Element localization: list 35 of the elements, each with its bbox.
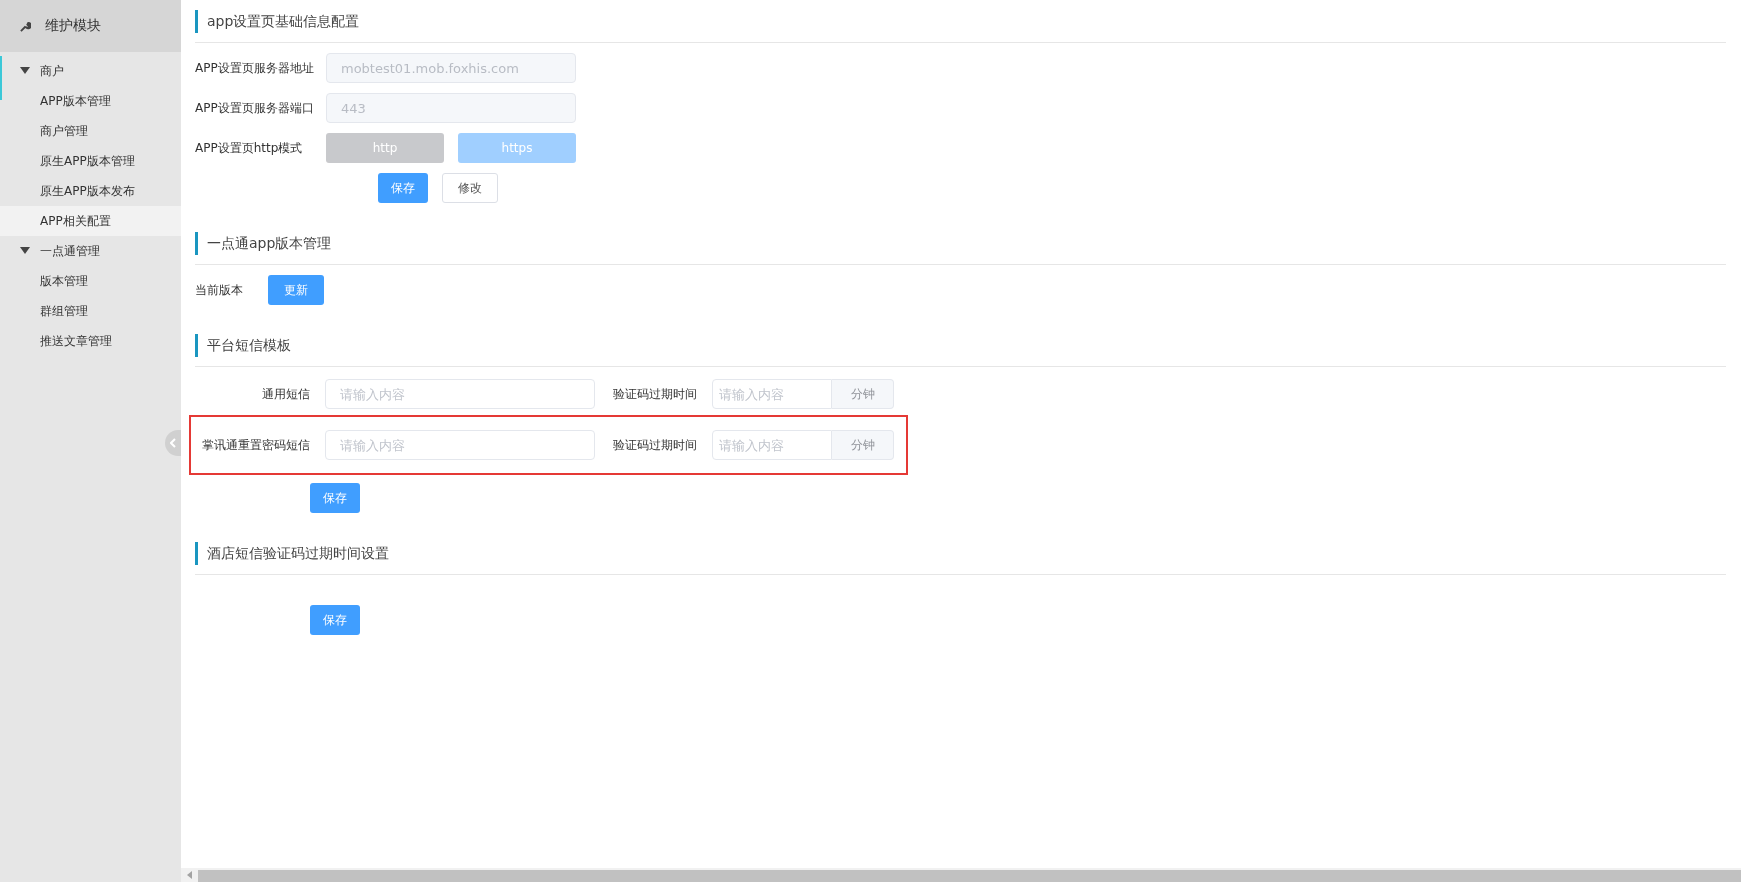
section-title: app设置页基础信息配置 [195,10,360,33]
chevron-left-icon [170,438,176,448]
field-label: 验证码过期时间 [613,436,698,454]
edit-button[interactable]: 修改 [442,173,498,203]
horizontal-scrollbar[interactable] [181,868,1741,882]
menu-group[interactable]: 一点通管理 [0,236,181,266]
menu-group-label: 一点通管理 [40,242,100,260]
menu-item[interactable]: 原生APP版本发布 [0,176,181,206]
menu-item[interactable]: 群组管理 [0,296,181,326]
menu-item[interactable]: 版本管理 [0,266,181,296]
field-label: 通用短信 [261,386,311,402]
menu-group[interactable]: 商户 [0,56,181,86]
field-label: APP设置页http模式 [195,139,304,157]
field-label: APP设置页服务器端口 [195,99,315,117]
menu-item[interactable]: 推送文章管理 [0,326,181,356]
menu-item[interactable]: 原生APP版本管理 [0,146,181,176]
menu-group-label: 商户 [40,62,64,80]
menu-item[interactable]: APP相关配置 [0,206,181,236]
field-label: 掌讯通重置密码短信 [201,437,311,453]
input-field[interactable]: 请输入内容 [325,430,595,460]
section-title: 酒店短信验证码过期时间设置 [195,542,389,565]
active-indicator [0,56,2,100]
section-title: 一点通app版本管理 [195,232,332,255]
input-field[interactable]: 请输入内容 [325,379,595,409]
caret-icon [20,247,30,255]
menu-item[interactable]: 商户管理 [0,116,181,146]
menu-item[interactable]: APP版本管理 [0,86,181,116]
field-label: 验证码过期时间 [613,385,698,403]
section-title: 平台短信模板 [195,334,291,357]
field-label: APP设置页服务器地址 [195,59,315,77]
caret-icon [20,67,30,75]
sidebar-title: 维护模块 [45,17,101,35]
scroll-left-icon[interactable] [187,871,192,879]
field-label: 当前版本 [195,281,244,299]
wrench-icon [20,20,31,32]
